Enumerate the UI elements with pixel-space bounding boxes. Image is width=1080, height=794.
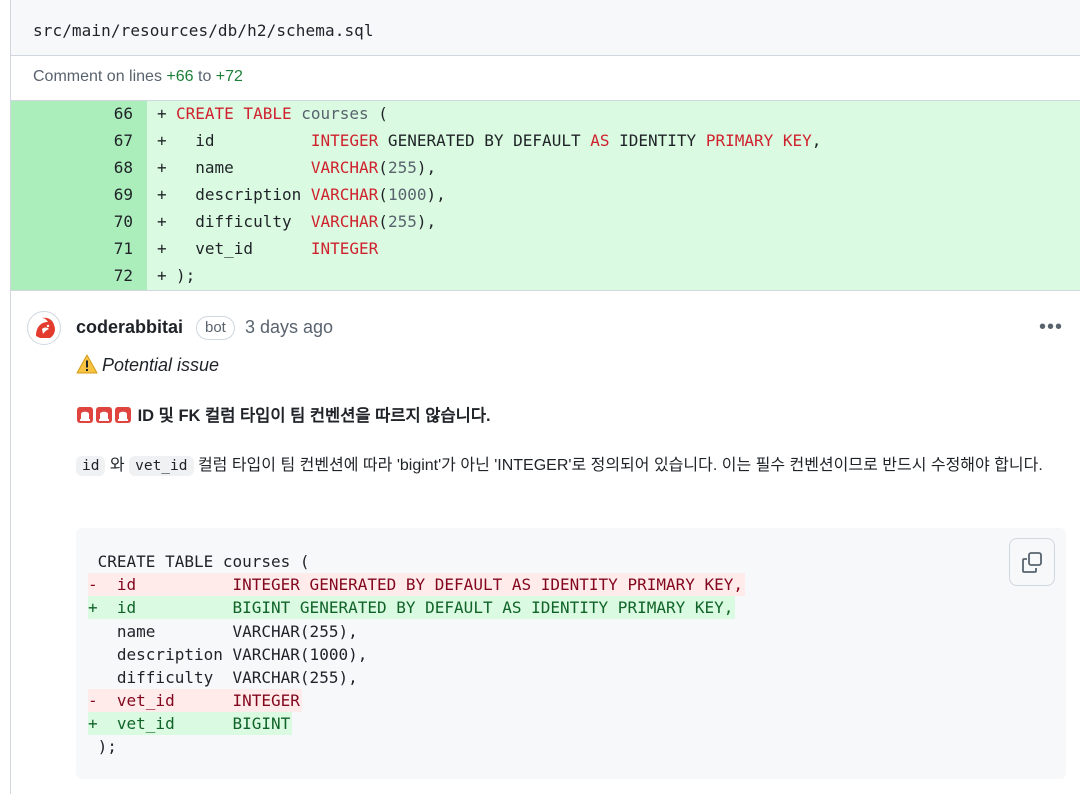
code-line: name VARCHAR(255), xyxy=(88,622,358,641)
inline-code: vet_id xyxy=(129,456,194,476)
body-text: 와 xyxy=(109,457,125,474)
body-text: 컬럼 타입이 팀 컨벤션에 따라 'bigint'가 아닌 'INTEGER'로… xyxy=(197,457,1043,474)
code-line: CREATE TABLE courses ( xyxy=(88,552,310,571)
comment-range-prefix: Comment on lines xyxy=(33,68,162,85)
diff-code: + difficulty VARCHAR(255), xyxy=(147,209,1080,236)
comment-range-end[interactable]: +72 xyxy=(216,68,243,85)
line-number[interactable]: 71 xyxy=(11,236,147,263)
code-line-added: + id BIGINT GENERATED BY DEFAULT AS IDEN… xyxy=(88,596,736,619)
diff-line: 66 + CREATE TABLE courses ( xyxy=(11,101,1080,128)
diff-code: + id INTEGER GENERATED BY DEFAULT AS IDE… xyxy=(147,128,1080,155)
siren-icon xyxy=(115,407,131,423)
diff-line: 69 + description VARCHAR(1000), xyxy=(11,182,1080,209)
diff-line-text: vet_id INTEGER xyxy=(176,239,379,258)
diff-hunk: 66 + CREATE TABLE courses ( 67 + id INTE… xyxy=(11,101,1080,290)
diff-code: + ); xyxy=(147,263,1080,290)
diff-code: + vet_id INTEGER xyxy=(147,236,1080,263)
comment-range-bar: Comment on lines +66 to +72 xyxy=(11,56,1080,101)
warning-icon xyxy=(76,354,98,374)
code-line: ); xyxy=(88,737,117,756)
diff-line-text: id INTEGER GENERATED BY DEFAULT AS IDENT… xyxy=(176,131,822,150)
file-header: src/main/resources/db/h2/schema.sql xyxy=(11,0,1080,56)
file-path[interactable]: src/main/resources/db/h2/schema.sql xyxy=(33,21,374,40)
siren-icon xyxy=(77,407,93,423)
comment-title: ID 및 FK 컬럼 타입이 팀 컨벤션을 따르지 않습니다. xyxy=(76,402,491,426)
line-number[interactable]: 68 xyxy=(11,155,147,182)
kebab-menu-icon[interactable]: ••• xyxy=(1039,316,1063,339)
comment-range-start[interactable]: +66 xyxy=(166,68,193,85)
diff-line-text: ); xyxy=(176,266,196,285)
diff-code: + description VARCHAR(1000), xyxy=(147,182,1080,209)
diff-line: 71 + vet_id INTEGER xyxy=(11,236,1080,263)
diff-line: 70 + difficulty VARCHAR(255), xyxy=(11,209,1080,236)
comment-range-to: to xyxy=(198,68,212,85)
coderabbit-avatar[interactable] xyxy=(27,311,61,345)
code-line: difficulty VARCHAR(255), xyxy=(88,668,358,687)
diff-code: + name VARCHAR(255), xyxy=(147,155,1080,182)
diff-line: 72 + ); xyxy=(11,263,1080,290)
code-line-deleted: - id INTEGER GENERATED BY DEFAULT AS IDE… xyxy=(88,573,746,596)
diff-line-text: difficulty VARCHAR(255), xyxy=(176,212,437,231)
line-number[interactable]: 66 xyxy=(11,101,147,128)
diff-line-text: CREATE TABLE courses ( xyxy=(176,104,388,123)
line-number[interactable]: 67 xyxy=(11,128,147,155)
comment-body: id 와 vet_id 컬럼 타입이 팀 컨벤션에 따라 'bigint'가 아… xyxy=(76,452,1066,480)
suggestion-code-block: CREATE TABLE courses ( - id INTEGER GENE… xyxy=(76,528,1066,779)
copy-button[interactable] xyxy=(1009,538,1055,586)
review-thread: src/main/resources/db/h2/schema.sql Comm… xyxy=(10,0,1080,794)
diff-line-text: description VARCHAR(1000), xyxy=(176,185,446,204)
code-line: description VARCHAR(1000), xyxy=(88,645,368,664)
code-line-deleted: - vet_id INTEGER xyxy=(88,689,302,712)
divider xyxy=(11,290,1080,291)
line-number[interactable]: 72 xyxy=(11,263,147,290)
line-number[interactable]: 70 xyxy=(11,209,147,236)
line-number[interactable]: 69 xyxy=(11,182,147,209)
comment-timestamp[interactable]: 3 days ago xyxy=(245,317,333,338)
severity-text: Potential issue xyxy=(102,355,220,375)
diff-code: + CREATE TABLE courses ( xyxy=(147,101,1080,128)
comment-range-text: Comment on lines +66 to +72 xyxy=(33,68,243,86)
siren-icon xyxy=(96,407,112,423)
comment-author[interactable]: coderabbitai xyxy=(76,317,183,338)
diff-line: 67 + id INTEGER GENERATED BY DEFAULT AS … xyxy=(11,128,1080,155)
diff-line-text: name VARCHAR(255), xyxy=(176,158,437,177)
severity-label: Potential issue xyxy=(76,354,219,376)
copy-icon xyxy=(1022,552,1042,573)
inline-code: id xyxy=(76,456,106,476)
code-line-added: + vet_id BIGINT xyxy=(88,712,293,735)
diff-line: 68 + name VARCHAR(255), xyxy=(11,155,1080,182)
comment-title-text: ID 및 FK 컬럼 타입이 팀 컨벤션을 따르지 않습니다. xyxy=(137,407,491,425)
bot-badge: bot xyxy=(196,316,235,340)
